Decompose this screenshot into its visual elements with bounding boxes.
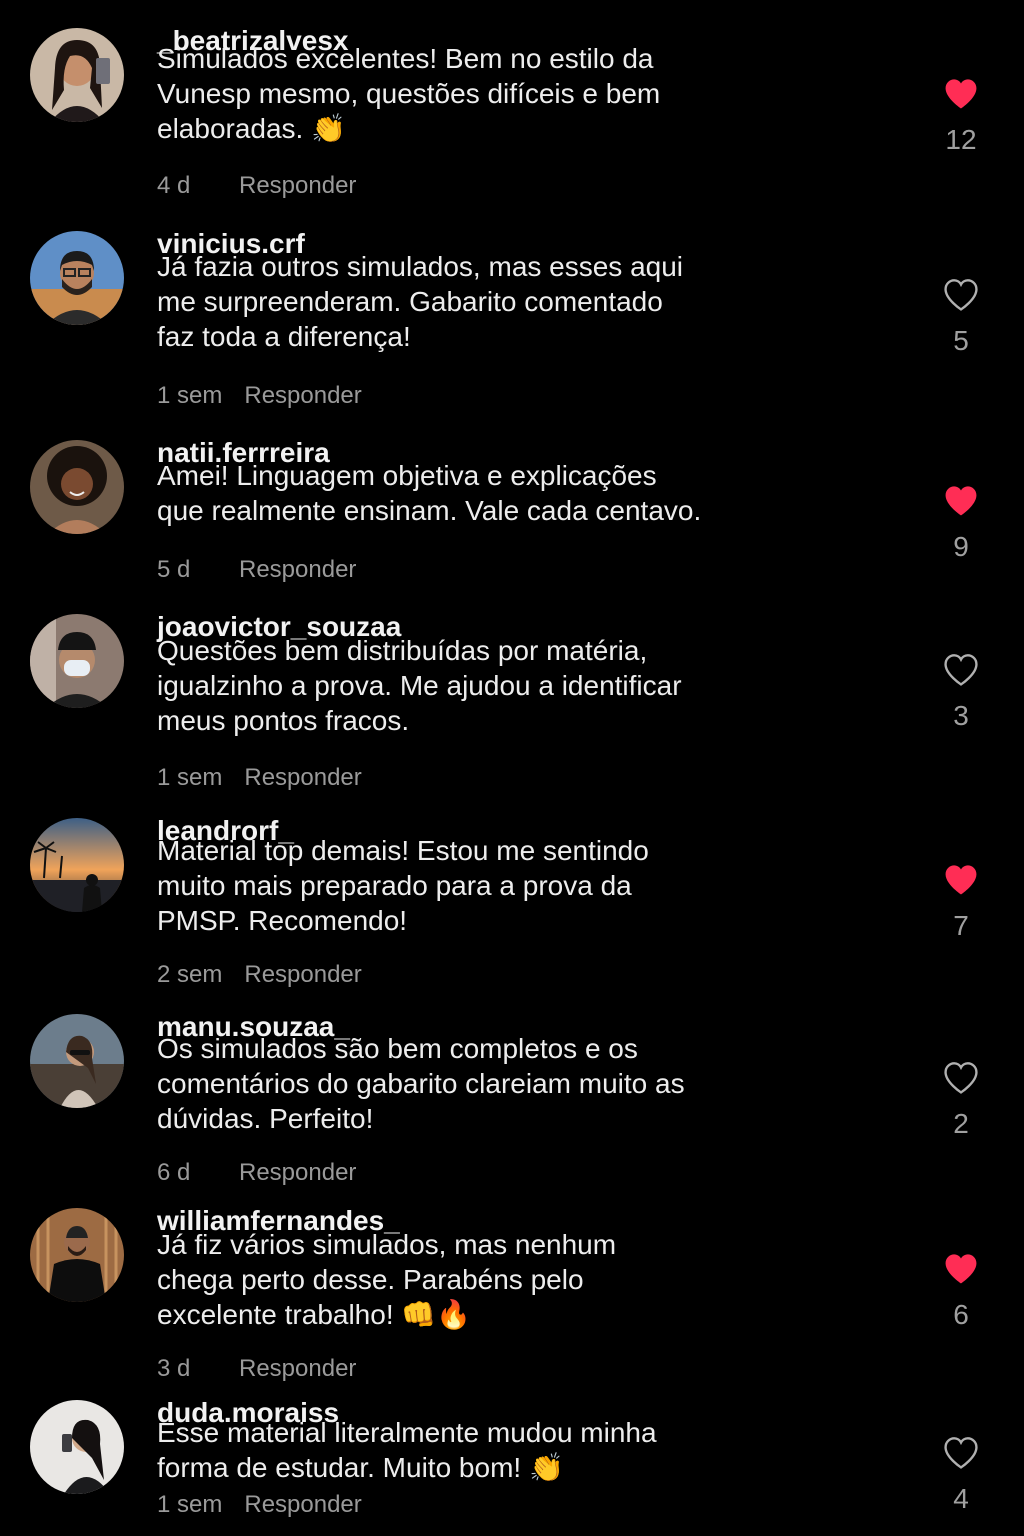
comment-text: Questões bem distribuídas por matéria, ig… (157, 633, 757, 738)
comment-text: Os simulados são bem completos e os comen… (157, 1031, 757, 1136)
comment-meta: 6 d Responder (157, 1159, 356, 1187)
comment-timestamp: 3 d (157, 1355, 191, 1382)
comment-text-line: chega perto desse. Parabéns pelo (157, 1264, 584, 1295)
comment-text-line: Já fazia outros simulados, mas esses aqu… (157, 251, 684, 282)
like-control[interactable]: 12 (932, 75, 990, 156)
avatar[interactable] (30, 1400, 124, 1494)
comment-text-line: comentários do gabarito clareiam muito a… (157, 1068, 685, 1099)
comment-text-line: que realmente ensinam. Vale cada centavo… (157, 495, 702, 526)
comment-text-line: faz toda a diferença! (157, 321, 411, 352)
comment-timestamp: 1 sem (157, 382, 223, 409)
comment-text: Esse material literalmente mudou minha fo… (157, 1415, 757, 1485)
comment-text-line: muito mais preparado para a prova da (157, 870, 632, 901)
like-count: 7 (953, 910, 969, 941)
comment-meta: 2 sem Responder (157, 961, 362, 989)
avatar[interactable] (30, 440, 124, 534)
comment-text-line: Já fiz vários simulados, mas nenhum (157, 1229, 617, 1260)
comment-timestamp: 5 d (157, 556, 191, 583)
comment-text-line: Esse material literalmente mudou minha (157, 1417, 657, 1448)
comment-text-line: Vunesp mesmo, questões difíceis e bem (157, 78, 661, 109)
comment-meta: 4 d Responder (157, 172, 356, 200)
heart-filled-icon[interactable] (932, 482, 990, 523)
reply-button[interactable]: Responder (239, 556, 356, 583)
avatar[interactable] (30, 818, 124, 912)
heart-outline-icon[interactable] (932, 276, 990, 317)
comment-text: Simulados excelentes! Bem no estilo da Vu… (157, 41, 757, 146)
comment-text: Já fiz vários simulados, mas nenhum chega… (157, 1227, 757, 1332)
like-control[interactable]: 7 (932, 861, 990, 942)
reply-button[interactable]: Responder (244, 764, 361, 791)
comment-text: Já fazia outros simulados, mas esses aqu… (157, 249, 757, 354)
like-control[interactable]: 6 (932, 1250, 990, 1331)
avatar[interactable] (30, 1014, 124, 1108)
heart-outline-icon[interactable] (932, 1059, 990, 1100)
like-count: 2 (953, 1108, 969, 1139)
comment-meta: 5 d Responder (157, 556, 356, 584)
reply-button[interactable]: Responder (239, 1159, 356, 1186)
comments-list: _beatrizalvesx Simulados excelentes! Bem … (0, 0, 1024, 1536)
heart-outline-icon[interactable] (932, 651, 990, 692)
comment-timestamp: 6 d (157, 1159, 191, 1186)
comment-timestamp: 4 d (157, 172, 191, 199)
comment-text-line: Os simulados são bem completos e os (157, 1033, 638, 1064)
comment-text-line: excelente trabalho! 👊🔥 (157, 1299, 472, 1330)
comment-text-line: Material top demais! Estou me sentindo (157, 835, 649, 866)
comment-timestamp: 1 sem (157, 1491, 223, 1518)
comment-text: Material top demais! Estou me sentindo mu… (157, 833, 757, 938)
heart-outline-icon[interactable] (932, 1434, 990, 1475)
reply-button[interactable]: Responder (244, 1491, 361, 1518)
comment-text-line: PMSP. Recomendo! (157, 905, 408, 936)
like-control[interactable]: 4 (932, 1434, 990, 1515)
comment-meta: 3 d Responder (157, 1355, 356, 1383)
reply-button[interactable]: Responder (244, 382, 361, 409)
comment-meta: 1 sem Responder (157, 382, 362, 410)
like-count: 3 (953, 700, 969, 731)
comment-text: Amei! Linguagem objetiva e explicações qu… (157, 458, 757, 528)
heart-filled-icon[interactable] (932, 861, 990, 902)
like-count: 5 (953, 325, 969, 356)
like-count: 6 (953, 1299, 969, 1330)
heart-filled-icon[interactable] (932, 75, 990, 116)
comment-text-line: me surpreenderam. Gabarito comentado (157, 286, 663, 317)
comment-timestamp: 2 sem (157, 961, 223, 988)
comment-text-line: meus pontos fracos. (157, 705, 410, 736)
comment-text-line: Questões bem distribuídas por matéria, (157, 635, 648, 666)
avatar[interactable] (30, 231, 124, 325)
avatar[interactable] (30, 614, 124, 708)
like-count: 12 (945, 124, 977, 155)
comment-text-line: Amei! Linguagem objetiva e explicações (157, 460, 657, 491)
reply-button[interactable]: Responder (239, 172, 356, 199)
comment-text-line: Simulados excelentes! Bem no estilo da (157, 43, 654, 74)
comment-text-line: forma de estudar. Muito bom! 👏 (157, 1452, 564, 1483)
like-count: 4 (953, 1483, 969, 1514)
comment-meta: 1 sem Responder (157, 1491, 362, 1519)
reply-button[interactable]: Responder (244, 961, 361, 988)
comment-meta: 1 sem Responder (157, 764, 362, 792)
comment-text-line: dúvidas. Perfeito! (157, 1103, 374, 1134)
like-control[interactable]: 2 (932, 1059, 990, 1140)
avatar[interactable] (30, 1208, 124, 1302)
comment-timestamp: 1 sem (157, 764, 223, 791)
comment-text-line: igualzinho a prova. Me ajudou a identifi… (157, 670, 682, 701)
avatar[interactable] (30, 28, 124, 122)
comment-text-line: elaboradas. 👏 (157, 113, 346, 144)
like-control[interactable]: 9 (932, 482, 990, 563)
reply-button[interactable]: Responder (239, 1355, 356, 1382)
like-control[interactable]: 5 (932, 276, 990, 357)
like-count: 9 (953, 531, 969, 562)
heart-filled-icon[interactable] (932, 1250, 990, 1291)
like-control[interactable]: 3 (932, 651, 990, 732)
